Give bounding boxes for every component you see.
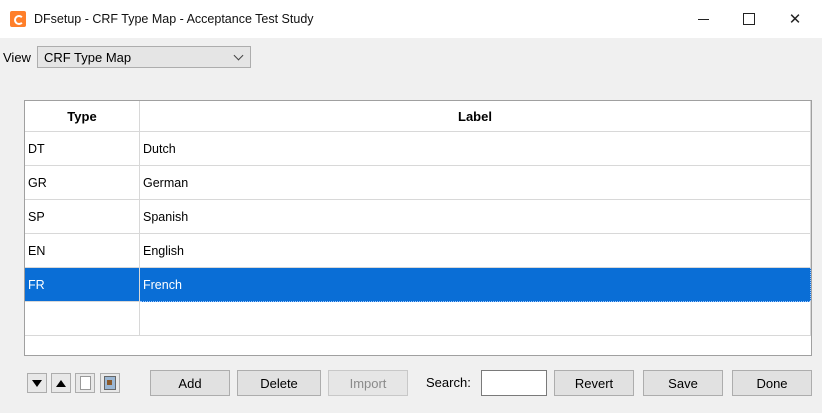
table-row-selected[interactable]: FR French <box>25 267 811 302</box>
view-dropdown[interactable]: CRF Type Map <box>36 46 251 68</box>
search-input[interactable] <box>481 370 547 396</box>
table-row[interactable]: EN English <box>25 233 811 268</box>
document-icon <box>79 376 91 390</box>
type-cell[interactable]: FR <box>25 267 140 302</box>
view-label: View <box>3 49 31 65</box>
label-cell[interactable] <box>139 301 811 336</box>
label-cell[interactable]: French <box>139 267 811 302</box>
bottom-toolbar: Add Delete Import Search: Revert Save Do… <box>0 370 822 398</box>
title-bar[interactable]: DFsetup - CRF Type Map - Acceptance Test… <box>0 0 822 38</box>
new-document-button[interactable] <box>75 373 95 393</box>
column-header-label[interactable]: Label <box>139 101 811 132</box>
view-selected-value: CRF Type Map <box>43 49 132 65</box>
table-row[interactable]: SP Spanish <box>25 199 811 234</box>
move-up-button[interactable] <box>51 373 71 393</box>
label-cell[interactable]: Spanish <box>139 199 811 234</box>
move-down-button[interactable] <box>27 373 47 393</box>
import-file-button[interactable] <box>100 373 120 393</box>
dfsetup-window: DFsetup - CRF Type Map - Acceptance Test… <box>0 0 822 413</box>
chevron-down-icon <box>233 50 244 61</box>
minimize-icon <box>697 18 709 20</box>
type-cell[interactable]: EN <box>25 233 140 268</box>
type-cell[interactable] <box>25 301 140 336</box>
triangle-up-icon <box>56 379 66 387</box>
table-row-empty[interactable] <box>25 301 811 336</box>
label-cell[interactable]: English <box>139 233 811 268</box>
add-button[interactable]: Add <box>150 370 230 396</box>
label-cell[interactable]: Dutch <box>139 131 811 166</box>
type-cell[interactable]: SP <box>25 199 140 234</box>
label-cell[interactable]: German <box>139 165 811 200</box>
view-row: View CRF Type Map <box>0 44 251 70</box>
search-label: Search: <box>426 375 471 390</box>
import-button[interactable]: Import <box>328 370 408 396</box>
import-file-icon <box>104 376 116 390</box>
maximize-icon <box>743 13 755 25</box>
minimize-button[interactable] <box>680 0 726 38</box>
table-row[interactable]: DT Dutch <box>25 131 811 166</box>
save-button[interactable]: Save <box>643 370 723 396</box>
column-header-type[interactable]: Type <box>25 101 140 132</box>
table-row[interactable]: GR German <box>25 165 811 200</box>
triangle-down-icon <box>32 379 42 387</box>
app-icon <box>10 11 26 27</box>
revert-button[interactable]: Revert <box>554 370 634 396</box>
type-cell[interactable]: DT <box>25 131 140 166</box>
window-title: DFsetup - CRF Type Map - Acceptance Test… <box>34 12 314 26</box>
crf-type-table: Type Label DT Dutch GR German SP Spanish <box>24 100 812 356</box>
table-header-row: Type Label <box>25 101 811 132</box>
close-icon: ✕ <box>788 11 802 28</box>
delete-button[interactable]: Delete <box>237 370 321 396</box>
close-button[interactable]: ✕ <box>772 0 818 38</box>
maximize-button[interactable] <box>726 0 772 38</box>
done-button[interactable]: Done <box>732 370 812 396</box>
type-cell[interactable]: GR <box>25 165 140 200</box>
